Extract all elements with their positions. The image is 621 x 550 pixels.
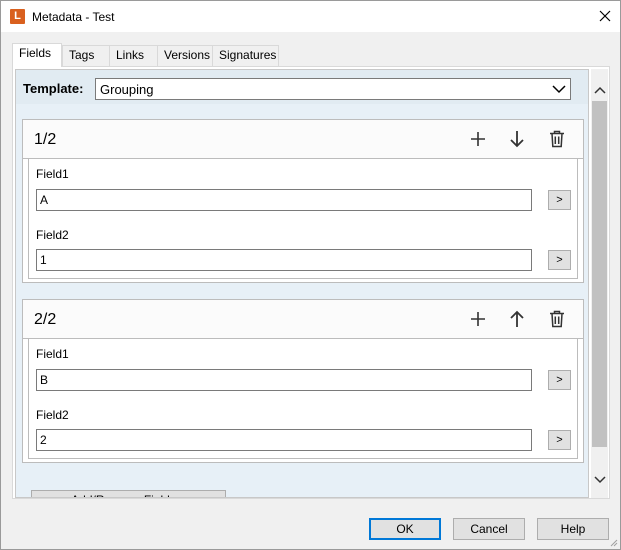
window-title: Metadata - Test — [32, 10, 115, 24]
field1-input[interactable]: B — [36, 369, 532, 391]
arrow-up-icon — [510, 310, 524, 327]
move-up-button[interactable] — [507, 309, 527, 329]
group-title: 1/2 — [34, 131, 57, 148]
plus-icon — [471, 132, 485, 146]
field1-input[interactable]: A — [36, 189, 532, 211]
close-button[interactable] — [590, 1, 620, 31]
group-body: Field1 A > Field2 1 > — [28, 159, 578, 279]
app-logo-icon: L — [10, 9, 25, 24]
delete-group-button[interactable] — [547, 309, 567, 329]
field-group-2: 2/2 Field1 B > Field2 2 > — [22, 299, 584, 463]
plus-icon — [471, 312, 485, 326]
scroll-up-button[interactable] — [591, 81, 608, 98]
scrollbar-thumb[interactable] — [592, 101, 607, 447]
group-header: 1/2 — [23, 120, 583, 159]
template-label: Template: — [23, 81, 84, 96]
group-body: Field1 B > Field2 2 > — [28, 339, 578, 459]
delete-group-button[interactable] — [547, 129, 567, 149]
group-header: 2/2 — [23, 300, 583, 339]
cancel-button[interactable]: Cancel — [453, 518, 525, 540]
move-down-button[interactable] — [507, 129, 527, 149]
field2-browse-button[interactable]: > — [548, 250, 571, 270]
chevron-down-icon — [552, 85, 566, 94]
tab-versions[interactable]: Versions — [157, 45, 213, 66]
add-remove-fields-button[interactable]: Add/Remove Fields... — [31, 490, 226, 497]
vertical-scrollbar[interactable] — [591, 69, 608, 498]
add-group-button[interactable] — [468, 129, 488, 149]
arrow-down-icon — [510, 131, 524, 148]
resize-grip-icon[interactable] — [608, 537, 618, 547]
template-select-value: Grouping — [100, 82, 154, 97]
field2-input[interactable]: 1 — [36, 249, 532, 271]
fields-tab-page: Template: Grouping 1/2 Field1 A > Field2… — [12, 66, 610, 499]
field-label: Field2 — [36, 228, 69, 242]
tab-signatures[interactable]: Signatures — [212, 45, 279, 66]
trash-icon — [550, 130, 564, 148]
field-group-1: 1/2 Field1 A > Field2 1 > — [22, 119, 584, 283]
field2-input[interactable]: 2 — [36, 429, 532, 451]
tab-links[interactable]: Links — [109, 45, 158, 66]
metadata-dialog: L Metadata - Test Fields Tags Links Vers… — [0, 0, 621, 550]
template-select[interactable]: Grouping — [95, 78, 571, 100]
field-label: Field1 — [36, 167, 69, 181]
ok-button[interactable]: OK — [369, 518, 441, 540]
field1-browse-button[interactable]: > — [548, 190, 571, 210]
field1-browse-button[interactable]: > — [548, 370, 571, 390]
trash-icon — [550, 310, 564, 328]
field-label: Field2 — [36, 408, 69, 422]
group-title: 2/2 — [34, 311, 57, 328]
tab-fields[interactable]: Fields — [12, 43, 62, 67]
fields-scroll-pane: Template: Grouping 1/2 Field1 A > Field2… — [15, 69, 589, 498]
field2-browse-button[interactable]: > — [548, 430, 571, 450]
title-bar: L Metadata - Test — [1, 1, 620, 32]
chevron-up-icon — [593, 86, 606, 94]
scroll-down-button[interactable] — [591, 471, 608, 488]
add-group-button[interactable] — [468, 309, 488, 329]
close-icon — [599, 10, 611, 22]
chevron-down-icon — [593, 475, 606, 483]
help-button[interactable]: Help — [537, 518, 609, 540]
field-label: Field1 — [36, 347, 69, 361]
template-row: Template: Grouping — [16, 70, 588, 104]
tab-tags[interactable]: Tags — [62, 45, 110, 66]
